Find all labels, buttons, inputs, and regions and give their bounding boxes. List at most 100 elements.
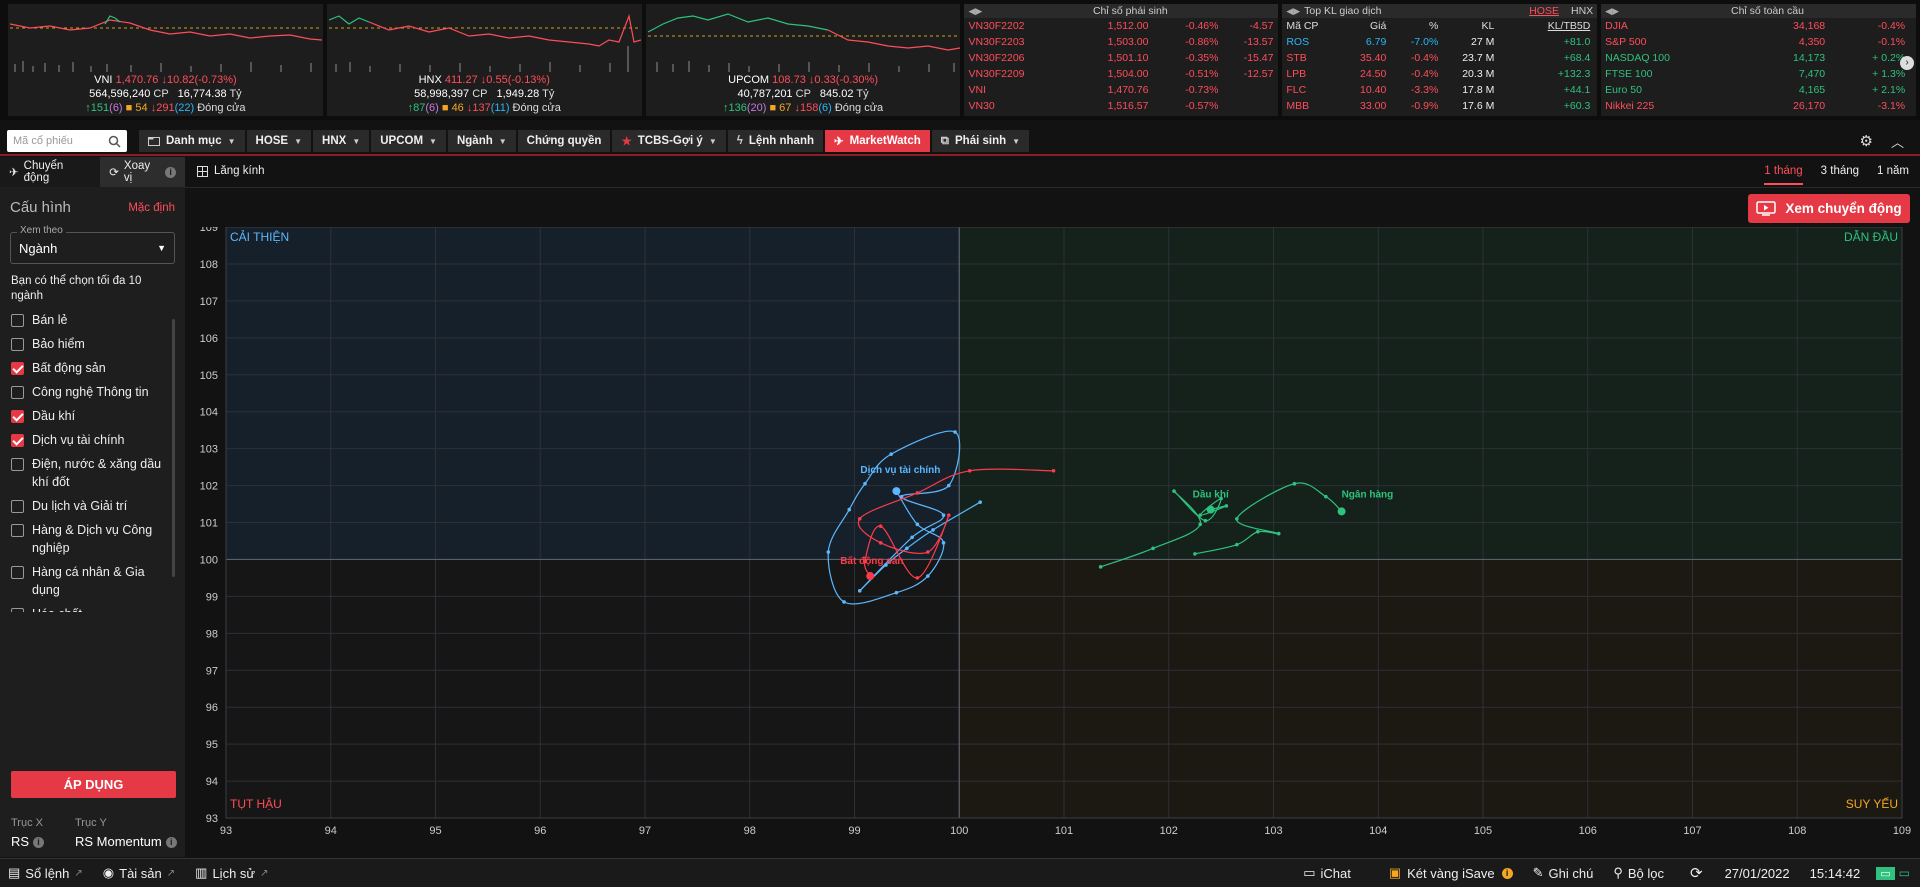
series-point[interactable] (863, 481, 867, 486)
series-point[interactable] (953, 430, 957, 434)
reset-default-button[interactable]: Mặc định (128, 202, 175, 214)
series-point[interactable] (1276, 531, 1281, 536)
info-icon[interactable]: i (165, 837, 177, 849)
global-index-row[interactable]: FTSE 100 7,470 + 1.3% (1601, 66, 1916, 82)
menu-hnx[interactable]: HNX ▼ (313, 130, 370, 152)
series-point[interactable] (1292, 481, 1297, 486)
stock-search-input[interactable]: Mã cổ phiếu (7, 130, 127, 152)
global-index-row[interactable]: NASDAQ 100 14,173 + 0.2% (1601, 50, 1916, 66)
view-by-select[interactable]: Xem theo Ngành ▼ (10, 225, 175, 264)
watch-motion-button[interactable]: Xem chuyển động (1748, 194, 1910, 223)
menu-hose[interactable]: HOSE ▼ (246, 130, 312, 152)
info-icon[interactable]: i (1501, 867, 1513, 879)
tab-rotation[interactable]: ⟳ Xoay vị i (100, 157, 185, 187)
series-point[interactable] (941, 541, 946, 545)
series-point[interactable] (941, 513, 946, 517)
checkbox[interactable] (11, 410, 24, 423)
sector-item[interactable]: Bảo hiểm (0, 332, 185, 356)
isave-link[interactable]: ▣ Két vàng iSave i (1389, 865, 1513, 881)
menu-warrants[interactable]: Chứng quyền (517, 130, 611, 152)
series-point[interactable] (910, 535, 914, 540)
series-point[interactable] (926, 550, 930, 554)
derivative-row[interactable]: VN30F2209 1,504.00 -0.51% -12.57 (964, 66, 1278, 82)
sector-item[interactable]: Công nghệ Thông tin (0, 380, 185, 404)
sector-list-scrollbar[interactable] (172, 319, 175, 577)
scroll-arrows-icon[interactable]: ◀▶ (1605, 6, 1619, 17)
series-point[interactable] (878, 541, 883, 545)
sector-item[interactable]: Bán lẻ (0, 308, 185, 332)
scroll-arrows-icon[interactable]: ◀▶ (968, 6, 982, 17)
checkbox[interactable] (11, 524, 24, 537)
series-point[interactable] (1203, 518, 1208, 523)
series-head-point[interactable] (1337, 507, 1346, 516)
derivative-row[interactable]: VN30 1,516.57 -0.57% (964, 98, 1278, 114)
series-head-point[interactable] (892, 487, 901, 496)
series-point[interactable] (931, 528, 935, 532)
series-point[interactable] (1172, 489, 1176, 493)
menu-quick-order[interactable]: ϟ Lệnh nhanh (727, 130, 823, 152)
series-point[interactable] (1051, 468, 1056, 473)
apply-button[interactable]: ÁP DỤNG (11, 771, 176, 798)
series-point[interactable] (1224, 504, 1229, 508)
rrg-chart[interactable]: 93 94 95 96 97 98 99 100 101 102 103 104 105 106 107 10… (185, 227, 1920, 857)
series-point[interactable] (1151, 546, 1155, 551)
info-icon[interactable]: i (33, 837, 45, 849)
global-index-row[interactable]: S&P 500 4,350 -0.1% (1601, 34, 1916, 50)
derivative-row[interactable]: VN30F2203 1,503.00 -0.86% -13.57 (964, 34, 1278, 50)
derivative-row[interactable]: VN30F2202 1,512.00 -0.46% -4.57 (964, 18, 1278, 34)
sector-item[interactable]: Điện, nước & xăng dầu khí đốt (0, 452, 185, 494)
series-head-point[interactable] (1206, 505, 1215, 514)
sector-item[interactable]: Hàng cá nhân & Gia dụng (0, 560, 185, 602)
series-point[interactable] (926, 574, 930, 578)
checkbox[interactable] (11, 314, 24, 327)
global-index-row[interactable]: DJIA 34,168 -0.4% (1601, 18, 1916, 34)
series-point[interactable] (842, 600, 846, 604)
derivative-row[interactable]: VN30F2206 1,501.10 -0.35% -15.47 (964, 50, 1278, 66)
series-point[interactable] (1098, 565, 1103, 569)
series-point[interactable] (946, 513, 951, 517)
top-volume-row[interactable]: FLC 10.40 -3.3% 17.8 M +44.1 (1282, 82, 1597, 98)
menu-tcbs-suggest[interactable]: ★ TCBS-Gợi ý ▼ (612, 130, 726, 152)
series-point[interactable] (878, 524, 883, 528)
search-icon[interactable] (108, 135, 121, 148)
series-point[interactable] (857, 589, 862, 593)
derivative-row[interactable]: VNI 1,470.76 -0.73% (964, 82, 1278, 98)
series-point[interactable] (889, 452, 893, 456)
series-point[interactable] (1235, 517, 1239, 521)
checkbox[interactable] (11, 338, 24, 351)
series-head-point[interactable] (866, 572, 875, 581)
series-point[interactable] (978, 500, 982, 504)
series-point[interactable] (915, 491, 920, 495)
period-1m[interactable]: 1 tháng (1764, 163, 1803, 185)
menu-derivatives[interactable]: ⧉ Phái sinh ▼ (931, 130, 1030, 152)
layout-icon[interactable]: ▭ (1876, 866, 1895, 880)
ichat-link[interactable]: ▭ iChat (1303, 865, 1351, 881)
series-point[interactable] (899, 494, 904, 499)
checkbox[interactable] (11, 566, 24, 579)
checkbox[interactable] (11, 434, 24, 447)
menu-watchlist[interactable]: Danh mục ▼ (139, 130, 245, 152)
top-volume-row[interactable]: ROS 6.79 -7.0% 27 M +81.0 (1282, 34, 1597, 50)
global-index-row[interactable]: Nikkei 225 26,170 -3.1% (1601, 98, 1916, 114)
period-1y[interactable]: 1 năm (1877, 163, 1909, 185)
sector-item[interactable]: Dịch vụ tài chính (0, 428, 185, 452)
menu-sector[interactable]: Ngành ▼ (447, 130, 516, 152)
monitor-icon[interactable]: ▭ (1899, 866, 1910, 880)
series-point[interactable] (1198, 513, 1202, 517)
order-book-link[interactable]: ▤ Sổ lệnh ↗ (8, 865, 83, 881)
period-3m[interactable]: 3 tháng (1821, 163, 1859, 185)
scroll-arrows-icon[interactable]: ◀▶ (1286, 6, 1300, 17)
index-card-upcom[interactable]: UPCOM 108.73 ↓0.33(-0.30%) 40,787,201 CP… (645, 4, 961, 116)
checkbox[interactable] (11, 386, 24, 399)
checkbox[interactable] (11, 362, 24, 375)
series-point[interactable] (905, 546, 909, 551)
info-icon[interactable]: i (165, 166, 176, 178)
history-link[interactable]: ▥ Lịch sử ↗ (195, 865, 268, 881)
chevron-up-icon[interactable]: ︿ (1891, 132, 1904, 151)
filter-link[interactable]: ⚲ Bộ lọc (1613, 865, 1664, 881)
series-point[interactable] (894, 590, 899, 595)
series-point[interactable] (1255, 529, 1260, 534)
gear-icon[interactable]: ⚙ (1860, 132, 1873, 150)
checkbox[interactable] (11, 458, 24, 471)
checkbox[interactable] (11, 500, 24, 513)
